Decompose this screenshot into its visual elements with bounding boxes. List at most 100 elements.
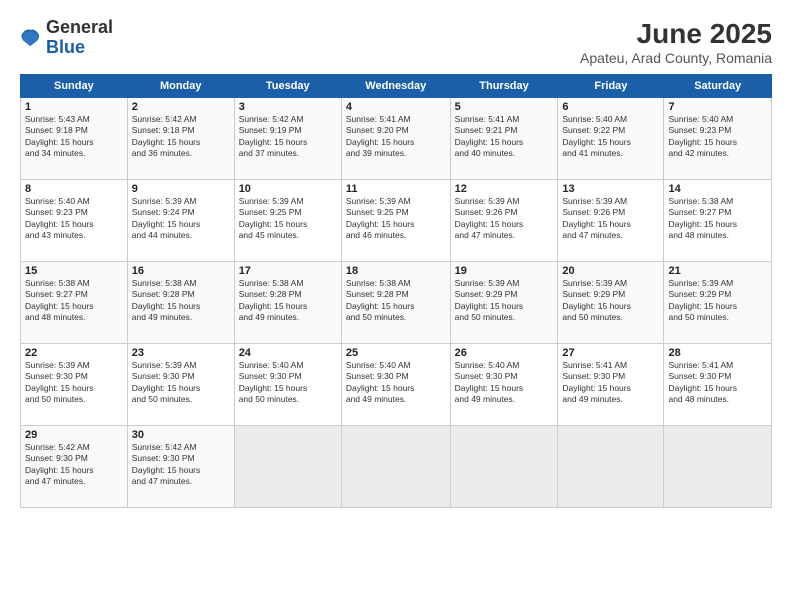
calendar-row: 22 Sunrise: 5:39 AMSunset: 9:30 PMDaylig… xyxy=(21,344,772,426)
calendar-row: 29 Sunrise: 5:42 AMSunset: 9:30 PMDaylig… xyxy=(21,426,772,508)
table-row: 20 Sunrise: 5:39 AMSunset: 9:29 PMDaylig… xyxy=(558,262,664,344)
table-row: 17 Sunrise: 5:38 AMSunset: 9:28 PMDaylig… xyxy=(234,262,341,344)
day-number: 23 xyxy=(132,347,230,359)
title-block: June 2025 Apateu, Arad County, Romania xyxy=(580,18,772,66)
day-number: 7 xyxy=(668,101,767,113)
day-number: 9 xyxy=(132,183,230,195)
day-number: 17 xyxy=(239,265,337,277)
day-number: 20 xyxy=(562,265,659,277)
table-row: 14 Sunrise: 5:38 AMSunset: 9:27 PMDaylig… xyxy=(664,180,772,262)
table-row xyxy=(450,426,558,508)
day-info: Sunrise: 5:39 AMSunset: 9:26 PMDaylight:… xyxy=(562,196,631,240)
day-number: 6 xyxy=(562,101,659,113)
calendar-table: Sunday Monday Tuesday Wednesday Thursday… xyxy=(20,74,772,508)
day-number: 1 xyxy=(25,101,123,113)
day-number: 10 xyxy=(239,183,337,195)
day-info: Sunrise: 5:39 AMSunset: 9:24 PMDaylight:… xyxy=(132,196,201,240)
day-info: Sunrise: 5:39 AMSunset: 9:30 PMDaylight:… xyxy=(132,360,201,404)
calendar-title: June 2025 xyxy=(580,18,772,50)
day-info: Sunrise: 5:39 AMSunset: 9:25 PMDaylight:… xyxy=(346,196,415,240)
day-number: 16 xyxy=(132,265,230,277)
day-info: Sunrise: 5:38 AMSunset: 9:28 PMDaylight:… xyxy=(132,278,201,322)
day-number: 22 xyxy=(25,347,123,359)
table-row: 6 Sunrise: 5:40 AMSunset: 9:22 PMDayligh… xyxy=(558,98,664,180)
day-info: Sunrise: 5:38 AMSunset: 9:27 PMDaylight:… xyxy=(668,196,737,240)
day-info: Sunrise: 5:39 AMSunset: 9:29 PMDaylight:… xyxy=(562,278,631,322)
table-row: 23 Sunrise: 5:39 AMSunset: 9:30 PMDaylig… xyxy=(127,344,234,426)
logo: General Blue xyxy=(20,18,113,58)
day-info: Sunrise: 5:38 AMSunset: 9:28 PMDaylight:… xyxy=(346,278,415,322)
day-number: 3 xyxy=(239,101,337,113)
table-row: 18 Sunrise: 5:38 AMSunset: 9:28 PMDaylig… xyxy=(341,262,450,344)
day-info: Sunrise: 5:42 AMSunset: 9:18 PMDaylight:… xyxy=(132,114,201,158)
table-row: 21 Sunrise: 5:39 AMSunset: 9:29 PMDaylig… xyxy=(664,262,772,344)
day-number: 4 xyxy=(346,101,446,113)
day-info: Sunrise: 5:41 AMSunset: 9:30 PMDaylight:… xyxy=(668,360,737,404)
col-thursday: Thursday xyxy=(450,75,558,98)
table-row: 27 Sunrise: 5:41 AMSunset: 9:30 PMDaylig… xyxy=(558,344,664,426)
calendar-header-row: Sunday Monday Tuesday Wednesday Thursday… xyxy=(21,75,772,98)
header: General Blue June 2025 Apateu, Arad Coun… xyxy=(20,18,772,66)
table-row: 13 Sunrise: 5:39 AMSunset: 9:26 PMDaylig… xyxy=(558,180,664,262)
day-number: 15 xyxy=(25,265,123,277)
day-info: Sunrise: 5:39 AMSunset: 9:29 PMDaylight:… xyxy=(455,278,524,322)
table-row: 2 Sunrise: 5:42 AMSunset: 9:18 PMDayligh… xyxy=(127,98,234,180)
table-row: 4 Sunrise: 5:41 AMSunset: 9:20 PMDayligh… xyxy=(341,98,450,180)
day-info: Sunrise: 5:39 AMSunset: 9:30 PMDaylight:… xyxy=(25,360,94,404)
day-info: Sunrise: 5:40 AMSunset: 9:30 PMDaylight:… xyxy=(346,360,415,404)
day-number: 21 xyxy=(668,265,767,277)
table-row: 26 Sunrise: 5:40 AMSunset: 9:30 PMDaylig… xyxy=(450,344,558,426)
day-info: Sunrise: 5:42 AMSunset: 9:19 PMDaylight:… xyxy=(239,114,308,158)
day-number: 2 xyxy=(132,101,230,113)
table-row: 8 Sunrise: 5:40 AMSunset: 9:23 PMDayligh… xyxy=(21,180,128,262)
calendar-row: 15 Sunrise: 5:38 AMSunset: 9:27 PMDaylig… xyxy=(21,262,772,344)
table-row xyxy=(558,426,664,508)
day-info: Sunrise: 5:40 AMSunset: 9:22 PMDaylight:… xyxy=(562,114,631,158)
day-number: 28 xyxy=(668,347,767,359)
logo-icon xyxy=(20,27,42,49)
day-number: 30 xyxy=(132,429,230,441)
table-row: 3 Sunrise: 5:42 AMSunset: 9:19 PMDayligh… xyxy=(234,98,341,180)
table-row: 22 Sunrise: 5:39 AMSunset: 9:30 PMDaylig… xyxy=(21,344,128,426)
day-info: Sunrise: 5:42 AMSunset: 9:30 PMDaylight:… xyxy=(132,442,201,486)
table-row: 7 Sunrise: 5:40 AMSunset: 9:23 PMDayligh… xyxy=(664,98,772,180)
day-info: Sunrise: 5:38 AMSunset: 9:27 PMDaylight:… xyxy=(25,278,94,322)
col-sunday: Sunday xyxy=(21,75,128,98)
calendar-subtitle: Apateu, Arad County, Romania xyxy=(580,50,772,66)
day-number: 11 xyxy=(346,183,446,195)
table-row: 28 Sunrise: 5:41 AMSunset: 9:30 PMDaylig… xyxy=(664,344,772,426)
table-row xyxy=(341,426,450,508)
day-number: 25 xyxy=(346,347,446,359)
day-info: Sunrise: 5:40 AMSunset: 9:23 PMDaylight:… xyxy=(668,114,737,158)
calendar-row: 8 Sunrise: 5:40 AMSunset: 9:23 PMDayligh… xyxy=(21,180,772,262)
table-row: 15 Sunrise: 5:38 AMSunset: 9:27 PMDaylig… xyxy=(21,262,128,344)
logo-text: General Blue xyxy=(46,18,113,58)
calendar-row: 1 Sunrise: 5:43 AMSunset: 9:18 PMDayligh… xyxy=(21,98,772,180)
day-number: 18 xyxy=(346,265,446,277)
table-row: 16 Sunrise: 5:38 AMSunset: 9:28 PMDaylig… xyxy=(127,262,234,344)
day-number: 29 xyxy=(25,429,123,441)
day-number: 24 xyxy=(239,347,337,359)
page: General Blue June 2025 Apateu, Arad Coun… xyxy=(0,0,792,612)
day-info: Sunrise: 5:39 AMSunset: 9:25 PMDaylight:… xyxy=(239,196,308,240)
table-row: 29 Sunrise: 5:42 AMSunset: 9:30 PMDaylig… xyxy=(21,426,128,508)
day-number: 14 xyxy=(668,183,767,195)
day-info: Sunrise: 5:43 AMSunset: 9:18 PMDaylight:… xyxy=(25,114,94,158)
table-row: 24 Sunrise: 5:40 AMSunset: 9:30 PMDaylig… xyxy=(234,344,341,426)
day-info: Sunrise: 5:41 AMSunset: 9:21 PMDaylight:… xyxy=(455,114,524,158)
table-row: 12 Sunrise: 5:39 AMSunset: 9:26 PMDaylig… xyxy=(450,180,558,262)
table-row xyxy=(664,426,772,508)
day-info: Sunrise: 5:41 AMSunset: 9:20 PMDaylight:… xyxy=(346,114,415,158)
col-tuesday: Tuesday xyxy=(234,75,341,98)
day-info: Sunrise: 5:40 AMSunset: 9:30 PMDaylight:… xyxy=(239,360,308,404)
col-monday: Monday xyxy=(127,75,234,98)
day-info: Sunrise: 5:40 AMSunset: 9:30 PMDaylight:… xyxy=(455,360,524,404)
day-number: 27 xyxy=(562,347,659,359)
table-row: 1 Sunrise: 5:43 AMSunset: 9:18 PMDayligh… xyxy=(21,98,128,180)
day-number: 12 xyxy=(455,183,554,195)
day-number: 26 xyxy=(455,347,554,359)
col-saturday: Saturday xyxy=(664,75,772,98)
day-info: Sunrise: 5:40 AMSunset: 9:23 PMDaylight:… xyxy=(25,196,94,240)
day-info: Sunrise: 5:42 AMSunset: 9:30 PMDaylight:… xyxy=(25,442,94,486)
table-row: 30 Sunrise: 5:42 AMSunset: 9:30 PMDaylig… xyxy=(127,426,234,508)
